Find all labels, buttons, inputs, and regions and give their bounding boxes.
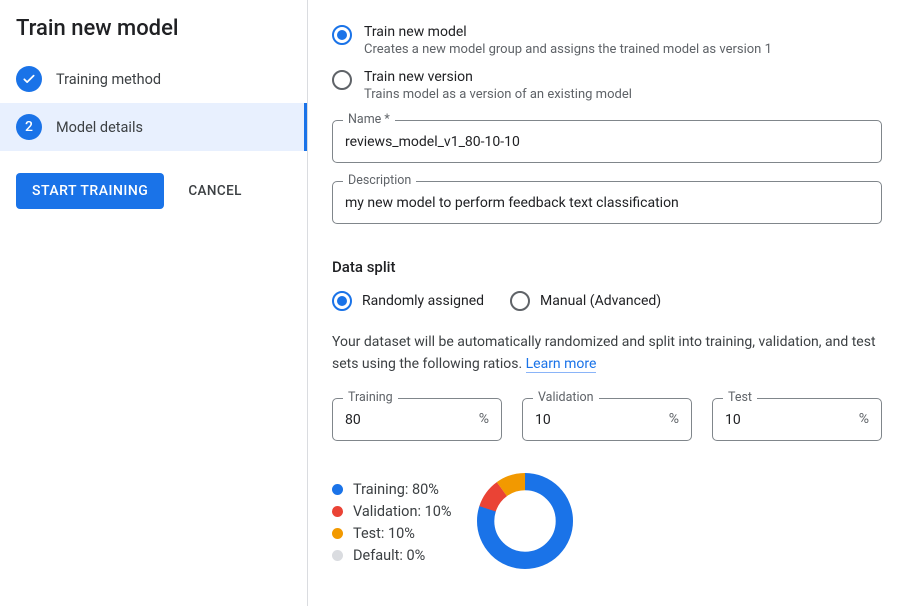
radio-randomly-assigned[interactable]: Randomly assigned [332, 290, 484, 311]
radio-label: Manual (Advanced) [540, 293, 661, 309]
radio-manual-advanced[interactable]: Manual (Advanced) [510, 290, 661, 311]
legend-dot-icon [332, 484, 343, 495]
radio-icon [332, 70, 352, 90]
training-split-input[interactable] [333, 399, 501, 440]
legend-label: Training: 80% [353, 481, 439, 498]
field-label: Name * [343, 112, 395, 127]
radio-train-new-version[interactable]: Train new version Trains model as a vers… [332, 69, 882, 102]
legend-item: Training: 80% [332, 481, 451, 498]
field-label: Test [723, 390, 757, 405]
split-donut-chart [473, 469, 577, 577]
radio-label: Train new version [364, 69, 632, 85]
step-training-method[interactable]: Training method [0, 55, 307, 103]
step-model-details[interactable]: 2 Model details [0, 103, 307, 151]
validation-split-field[interactable]: Validation % [522, 398, 692, 441]
field-label: Training [343, 390, 398, 405]
data-split-helper: Your dataset will be automatically rando… [332, 331, 882, 376]
learn-more-link[interactable]: Learn more [526, 356, 597, 373]
legend-label: Default: 0% [353, 547, 425, 564]
check-icon [16, 66, 42, 92]
training-split-field[interactable]: Training % [332, 398, 502, 441]
description-input[interactable] [333, 182, 881, 223]
field-label: Description [343, 173, 416, 188]
start-training-button[interactable]: START TRAINING [16, 173, 164, 209]
legend-dot-icon [332, 506, 343, 517]
legend-dot-icon [332, 528, 343, 539]
validation-split-input[interactable] [523, 399, 691, 440]
legend-item: Test: 10% [332, 525, 451, 542]
radio-subtitle: Creates a new model group and assigns th… [364, 42, 772, 57]
radio-label: Randomly assigned [362, 293, 484, 309]
radio-icon [510, 291, 530, 311]
legend-label: Validation: 10% [353, 503, 451, 520]
chart-legend: Training: 80% Validation: 10% Test: 10% Def… [332, 476, 451, 569]
data-split-heading: Data split [332, 258, 882, 276]
sidebar: Train new model Training method 2 Model … [0, 0, 308, 606]
field-label: Validation [533, 390, 599, 405]
legend-item: Default: 0% [332, 547, 451, 564]
description-field[interactable]: Description [332, 181, 882, 224]
legend-dot-icon [332, 550, 343, 561]
legend-item: Validation: 10% [332, 503, 451, 520]
name-input[interactable] [333, 121, 881, 162]
legend-label: Test: 10% [353, 525, 415, 542]
step-number-icon: 2 [16, 114, 42, 140]
name-field[interactable]: Name * [332, 120, 882, 163]
radio-label: Train new model [364, 24, 772, 40]
radio-train-new-model[interactable]: Train new model Creates a new model grou… [332, 24, 882, 57]
test-split-input[interactable] [713, 399, 881, 440]
radio-icon [332, 291, 352, 311]
step-label: Training method [56, 71, 161, 88]
main-panel: Train new model Creates a new model grou… [308, 0, 900, 606]
cancel-button[interactable]: CANCEL [182, 182, 247, 200]
radio-subtitle: Trains model as a version of an existing… [364, 87, 632, 102]
radio-icon [332, 25, 352, 45]
step-label: Model details [56, 119, 143, 136]
page-title: Train new model [0, 16, 307, 55]
test-split-field[interactable]: Test % [712, 398, 882, 441]
